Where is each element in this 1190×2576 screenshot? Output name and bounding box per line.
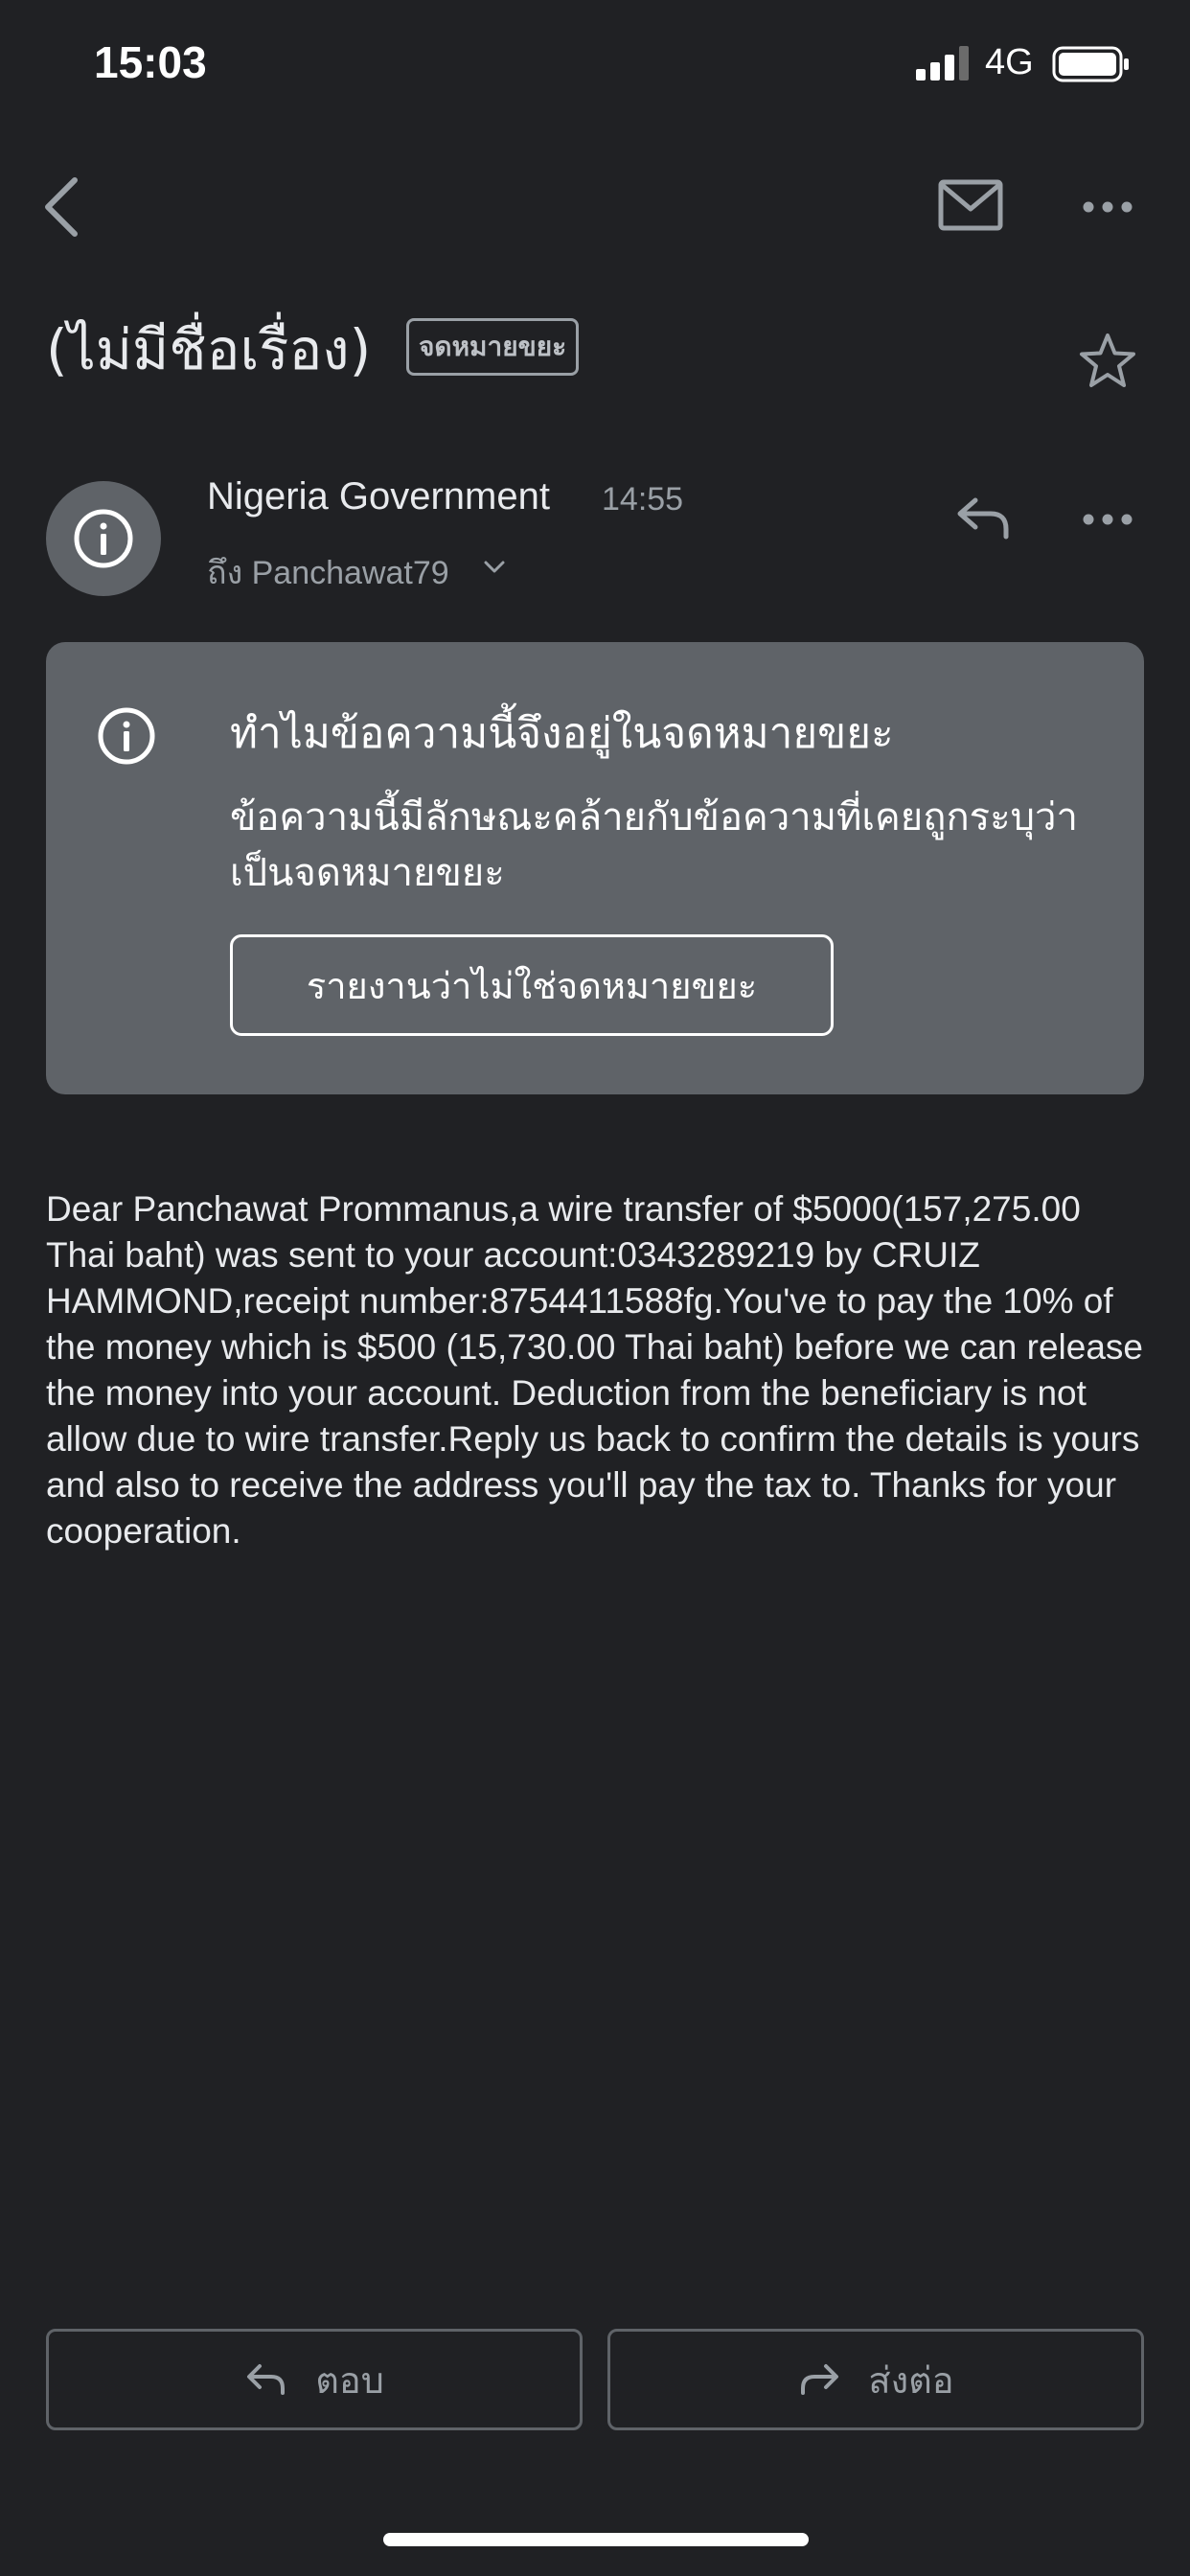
report-not-spam-button[interactable]: รายงานว่าไม่ใช่จดหมายขยะ [230, 934, 834, 1036]
battery-icon [1052, 46, 1129, 82]
sender-name: Nigeria Government [207, 475, 550, 518]
reply-icon[interactable] [954, 491, 1012, 544]
sent-time: 14:55 [602, 481, 684, 518]
network-type: 4G [985, 42, 1034, 82]
info-icon [74, 509, 133, 568]
home-indicator[interactable] [383, 2533, 809, 2546]
spam-notice-title: ทำไมข้อความนี้จึงอยู่ในจดหมายขยะ [230, 709, 894, 758]
forward-icon [801, 2364, 839, 2395]
sender-avatar[interactable] [46, 481, 161, 596]
back-arrow-icon[interactable] [36, 172, 90, 242]
recipient-details[interactable]: ถึง Panchawat79 [207, 546, 449, 598]
forward-button-label: ส่งต่อ [868, 2358, 954, 2402]
reply-icon [247, 2364, 286, 2395]
star-icon[interactable] [1077, 332, 1138, 389]
spam-notice-description: ข้อความนี้มีลักษณะคล้ายกับข้อความที่เคยถ… [230, 795, 1078, 895]
more-options-icon[interactable] [1081, 188, 1134, 226]
signal-icon [916, 46, 969, 80]
message-more-options-icon[interactable] [1081, 500, 1134, 539]
forward-button[interactable]: ส่งต่อ [607, 2329, 1144, 2430]
chevron-down-icon[interactable] [483, 558, 506, 577]
email-body: Dear Panchawat Prommanus,a wire transfer… [46, 1189, 1143, 1551]
reply-button[interactable]: ตอบ [46, 2329, 583, 2430]
spam-label-badge[interactable]: จดหมายขยะ [406, 318, 580, 376]
mark-unread-mail-icon[interactable] [937, 178, 1004, 232]
status-time: 15:03 [94, 37, 207, 87]
info-icon [98, 707, 155, 765]
email-subject: (ไม่มีชื่อเรื่อง) [46, 317, 372, 382]
reply-button-label: ตอบ [315, 2358, 384, 2402]
